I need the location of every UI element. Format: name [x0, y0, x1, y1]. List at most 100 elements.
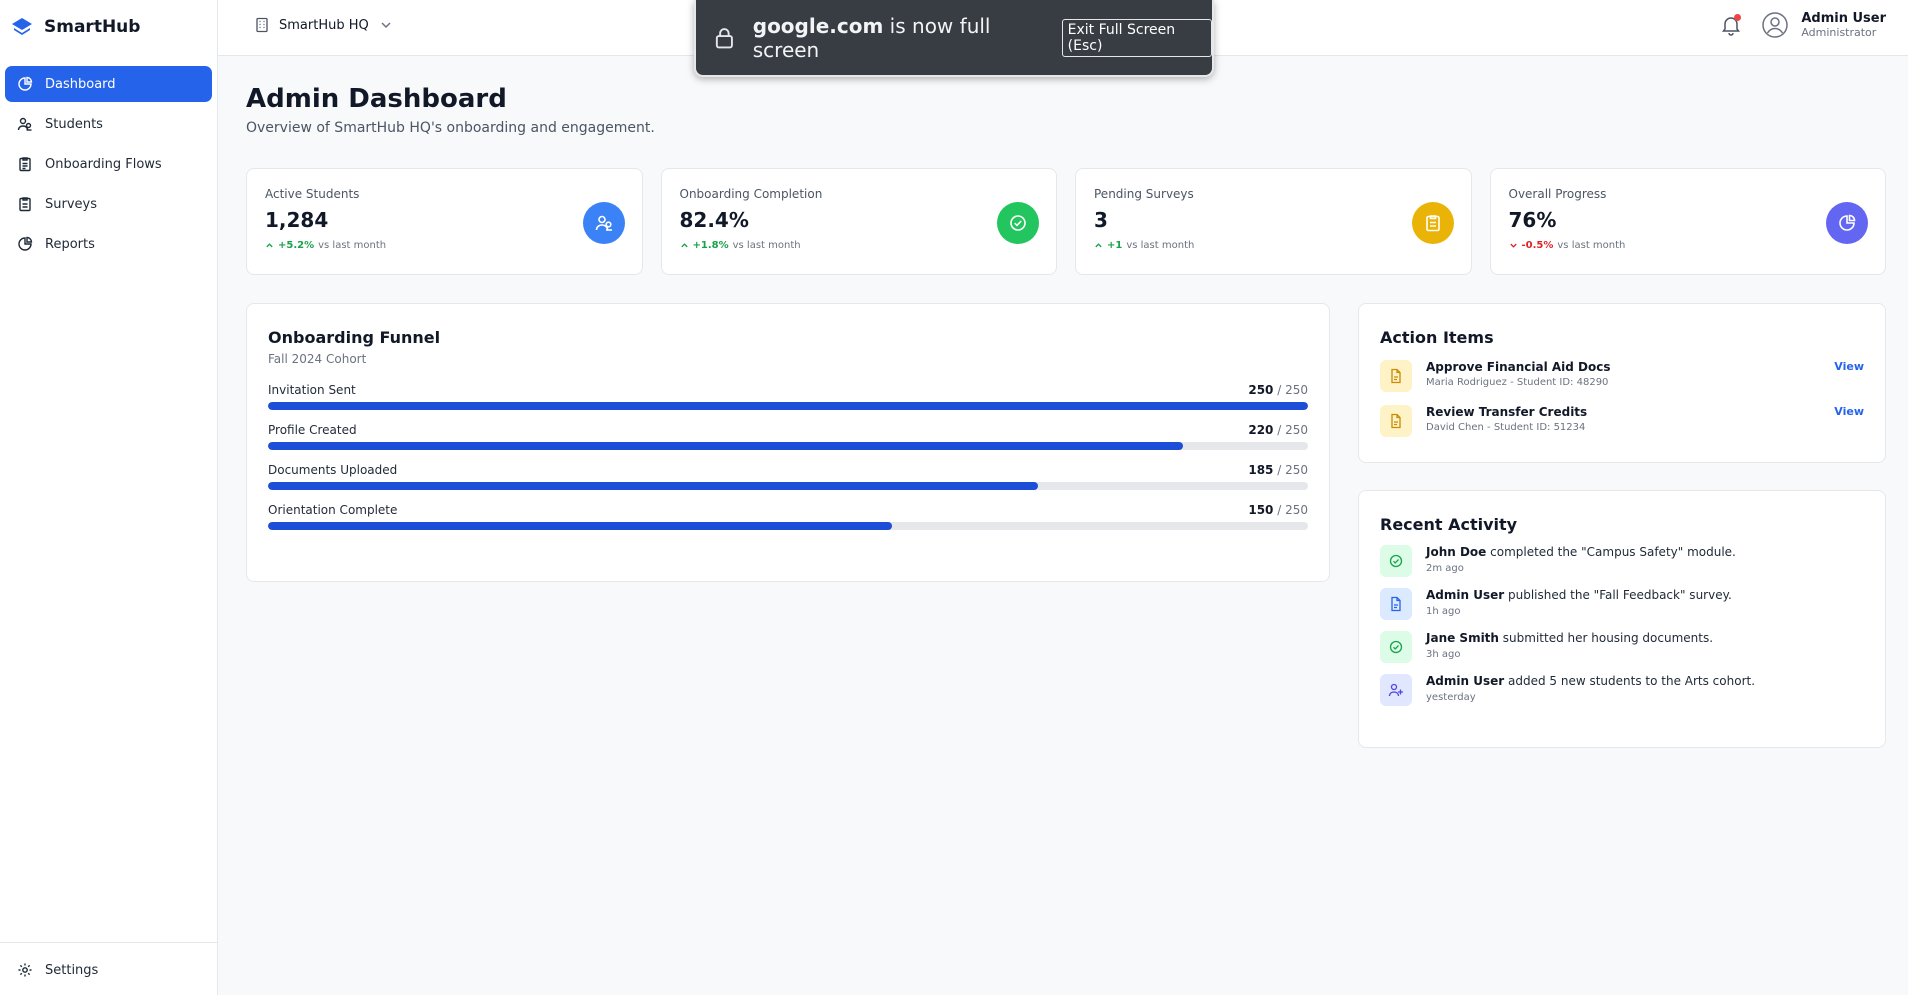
chart-pie-icon [18, 236, 33, 251]
sidebar-item-dashboard[interactable]: Dashboard [5, 66, 212, 102]
sidebar-item-label: Students [45, 116, 103, 132]
card-title: Action Items [1380, 328, 1494, 347]
arrow-up-icon [266, 243, 273, 248]
fullscreen-message: google.com is now full screen [753, 14, 1046, 62]
stat-label: Overall Progress [1508, 187, 1607, 201]
arrow-down-icon [1509, 243, 1517, 248]
funnel-row-head: Profile Created 220 / 250 [268, 423, 1308, 437]
funnel-row-count: 185 / 250 [1248, 463, 1308, 477]
document-icon [1391, 596, 1401, 612]
sidebar-item-settings[interactable]: Settings [5, 952, 212, 988]
fullscreen-notification: google.com is now full screen Exit Full … [694, 0, 1214, 77]
activity-item: Jane Smith submitted her housing documen… [1380, 631, 1864, 663]
user-menu[interactable]: Admin User Administrator [1761, 11, 1886, 39]
stat-delta-note: vs last month [1557, 240, 1626, 251]
logo-icon [12, 18, 32, 35]
funnel-row-head: Orientation Complete 150 / 250 [268, 503, 1308, 517]
sidebar-item-students[interactable]: Students [5, 106, 212, 142]
activity-icon-badge [1380, 588, 1412, 620]
activity-actor: Admin User [1426, 674, 1505, 688]
stat-delta-note: vs last month [318, 240, 387, 251]
users-icon [595, 215, 612, 231]
activity-item: Admin User added 5 new students to the A… [1380, 674, 1864, 706]
stat-icon-badge [582, 202, 625, 244]
activity-text: Jane Smith submitted her housing documen… [1426, 631, 1713, 645]
brand[interactable]: SmartHub [0, 0, 217, 54]
user-role: Administrator [1801, 26, 1877, 39]
org-switcher[interactable]: SmartHub HQ [254, 17, 394, 33]
progress-bar [268, 402, 1308, 410]
stat-change: -0.5% vs last month [1509, 240, 1868, 251]
sidebar-item-label: Reports [45, 236, 95, 252]
action-meta: David Chen - Student ID: 51234 [1426, 422, 1586, 433]
funnel-row: Orientation Complete 150 / 250 [268, 503, 1308, 530]
activity-actor: Jane Smith [1426, 631, 1499, 645]
action-item: Review Transfer Credits David Chen - Stu… [1380, 405, 1864, 437]
document-icon [1391, 368, 1401, 384]
action-icon-badge [1380, 405, 1412, 437]
gear-icon [18, 963, 32, 977]
funnel-row-count: 220 / 250 [1248, 423, 1308, 437]
activity-description: completed the "Campus Safety" module. [1486, 545, 1736, 559]
funnel-count: 185 [1248, 463, 1274, 477]
page-subtitle: Overview of SmartHub HQ's onboarding and… [246, 120, 655, 136]
brand-name: SmartHub [44, 17, 141, 37]
stat-value: 82.4% [679, 208, 749, 232]
clipboard-icon [19, 197, 31, 212]
stat-value: 1,284 [265, 208, 329, 232]
recent-activity-card: Recent Activity John Doe completed the "… [1358, 490, 1886, 748]
stat-delta: +1 [1107, 240, 1123, 251]
stat-change: +5.2% vs last month [265, 240, 624, 251]
action-items-card: Action Items Approve Financial Aid Docs … [1358, 303, 1886, 463]
stat-card-overall-progress: Overall Progress 76% -0.5% vs last month [1489, 168, 1886, 275]
stat-delta: +5.2% [278, 240, 315, 251]
activity-text: John Doe completed the "Campus Safety" m… [1426, 545, 1736, 559]
lock-icon [715, 27, 733, 48]
stat-icon-badge [997, 202, 1039, 244]
stat-icon-badge [1411, 202, 1454, 244]
users-icon [17, 117, 32, 131]
action-title: Approve Financial Aid Docs [1426, 360, 1611, 374]
activity-time: yesterday [1426, 692, 1476, 703]
activity-item: John Doe completed the "Campus Safety" m… [1380, 545, 1864, 577]
stat-label: Active Students [265, 187, 360, 201]
progress-bar-fill [268, 402, 1308, 410]
sidebar-item-label: Surveys [45, 196, 97, 212]
sidebar-footer: Settings [0, 942, 217, 995]
view-link[interactable]: View [1834, 405, 1864, 418]
funnel-row-label: Orientation Complete [268, 503, 398, 517]
stats-row: Active Students 1,284 +5.2% vs last mont… [246, 168, 1886, 275]
activity-description: published the "Fall Feedback" survey. [1504, 588, 1732, 602]
notifications-button[interactable] [1719, 13, 1743, 37]
org-name: SmartHub HQ [279, 17, 369, 33]
view-link[interactable]: View [1834, 360, 1864, 373]
progress-bar [268, 482, 1308, 490]
user-name: Admin User [1801, 11, 1886, 26]
stat-delta-note: vs last month [1126, 240, 1195, 251]
funnel-count: 220 [1248, 423, 1274, 437]
exit-fullscreen-button[interactable]: Exit Full Screen (Esc) [1061, 18, 1213, 57]
card-subtitle: Fall 2024 Cohort [268, 352, 367, 366]
action-item: Approve Financial Aid Docs Maria Rodrigu… [1380, 360, 1864, 392]
funnel-row-count: 150 / 250 [1248, 503, 1308, 517]
arrow-up-icon [680, 243, 688, 248]
activity-actor: Admin User [1426, 588, 1505, 602]
stat-delta: +1.8% [692, 240, 729, 251]
sidebar-item-surveys[interactable]: Surveys [5, 186, 212, 222]
sidebar-item-onboarding-flows[interactable]: Onboarding Flows [5, 146, 212, 182]
activity-text: Admin User added 5 new students to the A… [1426, 674, 1755, 688]
activity-time: 3h ago [1426, 649, 1461, 660]
funnel-count: 150 [1248, 503, 1274, 517]
progress-bar-fill [268, 442, 1184, 450]
progress-bar [268, 522, 1308, 530]
sidebar-item-reports[interactable]: Reports [5, 226, 212, 262]
funnel-row-count: 250 / 250 [1248, 383, 1308, 397]
activity-time: 2m ago [1426, 563, 1464, 574]
user-plus-icon [1388, 683, 1403, 697]
funnel-total: / 250 [1277, 463, 1308, 477]
arrow-up-icon [1095, 243, 1102, 248]
check-circle-icon [1010, 215, 1026, 231]
funnel-row-head: Documents Uploaded 185 / 250 [268, 463, 1308, 477]
activity-actor: John Doe [1426, 545, 1487, 559]
stat-card-pending-surveys: Pending Surveys 3 +1 vs last month [1075, 168, 1472, 275]
